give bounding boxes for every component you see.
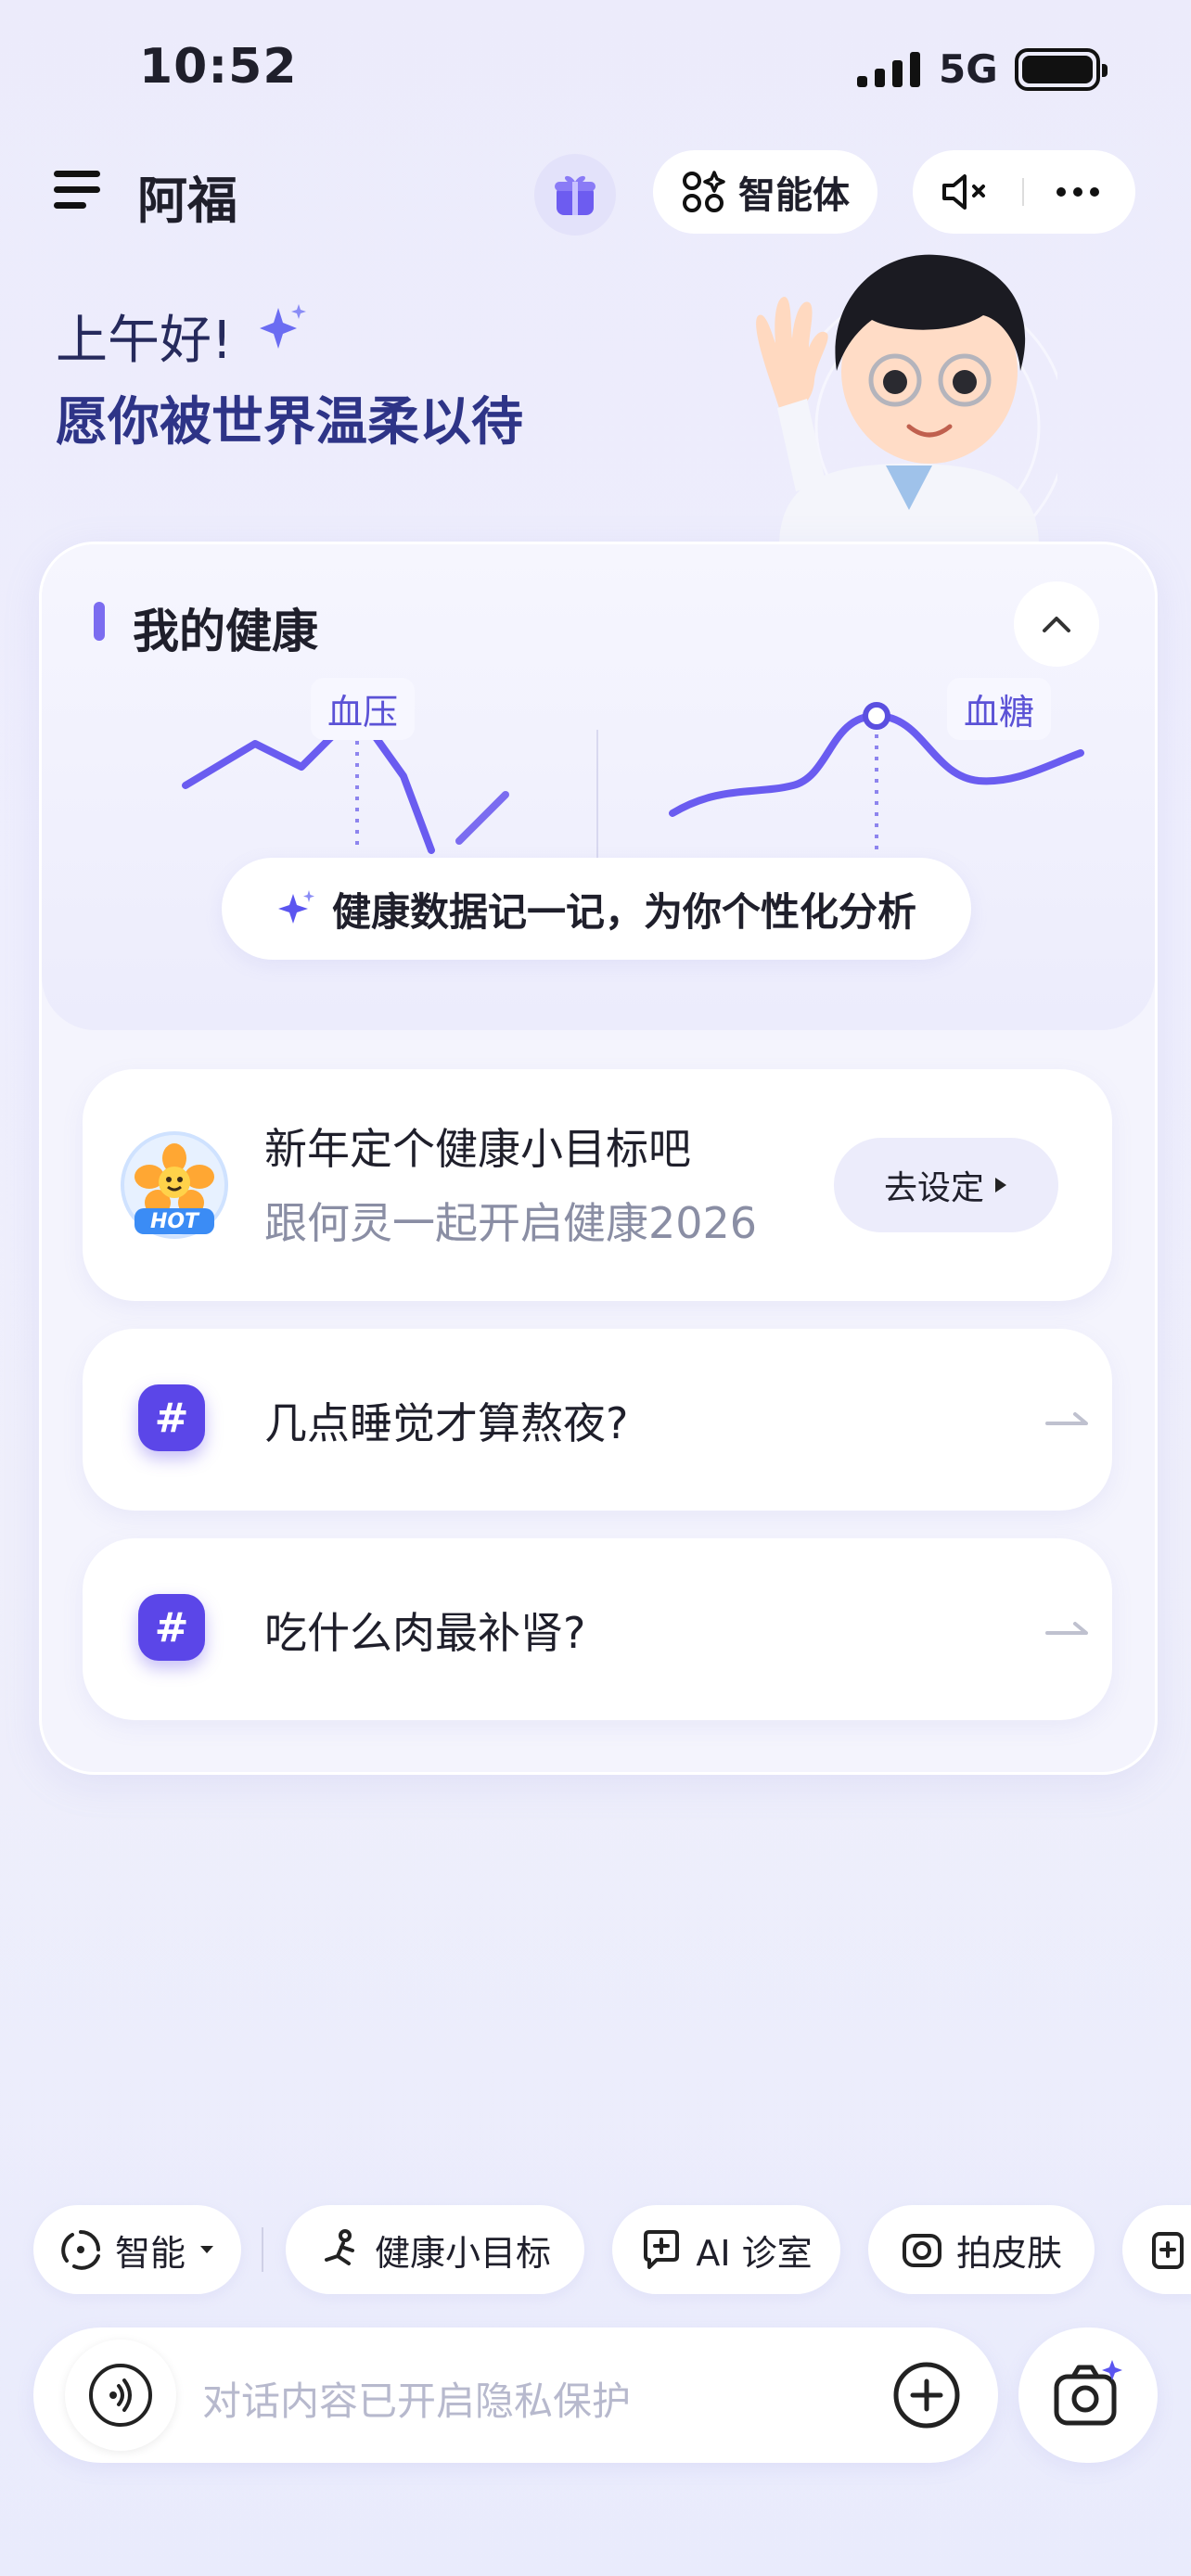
chat-plus-icon: [644, 2230, 680, 2269]
mode-selector[interactable]: 智能: [33, 2205, 241, 2294]
question-text: 几点睡觉才算熬夜?: [264, 1398, 629, 1448]
record-health-data-button[interactable]: 健康数据记一记，为你个性化分析: [222, 858, 971, 960]
health-panel: 我的健康 血压 血糖 健康数据记一记，为你个性化分析 HOT 新年定个健康小目标…: [39, 542, 1158, 1775]
health-card: 我的健康 血压 血糖 健康数据记一记，为你个性化分析: [42, 544, 1155, 1030]
document-plus-icon: [1152, 2232, 1184, 2269]
doctor-avatar: [756, 254, 1057, 547]
goal-card[interactable]: HOT 新年定个健康小目标吧 跟何灵一起开启健康2026 去设定: [83, 1069, 1112, 1301]
hashtag-icon: #: [138, 1594, 205, 1661]
network-type: 5G: [939, 46, 998, 92]
chat-input-bar: 对话内容已开启隐私保护: [33, 2327, 998, 2463]
chevron-up-icon: [1043, 617, 1070, 632]
divider: [1022, 178, 1024, 206]
chip-health-goal[interactable]: 健康小目标: [286, 2205, 584, 2294]
cta-text: 健康数据记一记，为你个性化分析: [331, 888, 916, 935]
app-title: 阿福: [137, 172, 237, 230]
menu-icon[interactable]: [54, 171, 100, 211]
camera-icon: [902, 2234, 941, 2267]
question-text: 吃什么肉最补肾?: [264, 1608, 586, 1658]
signal-icon: [857, 52, 920, 87]
status-time: 10:52: [139, 39, 298, 95]
agent-button[interactable]: 智能体: [653, 150, 877, 234]
voice-button[interactable]: [65, 2340, 176, 2451]
svg-text:HOT: HOT: [150, 1210, 200, 1233]
title-accent-bar: [94, 602, 105, 641]
bp-label: 血压: [311, 678, 416, 740]
agent-label: 智能体: [738, 174, 850, 217]
goal-title: 新年定个健康小目标吧: [264, 1124, 691, 1174]
header-actions: [913, 150, 1135, 234]
hot-flower-icon: HOT: [121, 1131, 228, 1239]
bs-label: 血糖: [947, 678, 1052, 740]
greeting-line2: 愿你被世界温柔以待: [56, 392, 523, 453]
arrow-right-icon: [1045, 1412, 1088, 1425]
mode-label: 智能: [114, 2232, 186, 2274]
chip-label: 拍皮肤: [955, 2232, 1062, 2274]
camera-button[interactable]: [1018, 2327, 1158, 2463]
sparkle-icon: [260, 304, 306, 349]
chip-label: 健康小目标: [374, 2232, 551, 2274]
smart-mode-icon: [61, 2230, 100, 2270]
mute-icon[interactable]: [941, 171, 996, 213]
chat-input[interactable]: 对话内容已开启隐私保护: [202, 2370, 631, 2427]
more-icon[interactable]: [1050, 169, 1106, 215]
sparkle-icon: [277, 890, 314, 924]
gift-button[interactable]: [534, 154, 616, 236]
set-goal-button[interactable]: 去设定: [834, 1138, 1058, 1232]
runner-icon: [324, 2229, 354, 2265]
caret-down-icon: [200, 2246, 213, 2253]
question-item[interactable]: # 几点睡觉才算熬夜?: [83, 1329, 1112, 1511]
battery-icon: [1015, 48, 1108, 91]
chip-ai-clinic[interactable]: AI 诊室: [612, 2205, 840, 2294]
agent-icon: [683, 171, 725, 212]
question-item[interactable]: # 吃什么肉最补肾?: [83, 1538, 1112, 1720]
greeting-line1: 上午好!: [56, 311, 233, 371]
set-goal-label: 去设定: [883, 1169, 984, 1207]
chip-label: AI 诊室: [696, 2232, 813, 2274]
camera-sparkle-icon: [1054, 2360, 1122, 2426]
hashtag-icon: #: [138, 1384, 205, 1451]
health-title: 我的健康: [133, 605, 318, 658]
collapse-button[interactable]: [1014, 581, 1099, 667]
chip-divider: [262, 2227, 263, 2272]
chip-skin-photo[interactable]: 拍皮肤: [868, 2205, 1095, 2294]
add-icon[interactable]: [892, 2361, 961, 2429]
chip-more[interactable]: [1122, 2205, 1191, 2294]
goal-subtitle: 跟何灵一起开启健康2026: [264, 1198, 758, 1248]
arrow-right-icon: [1045, 1622, 1088, 1635]
play-arrow-icon: [995, 1178, 1006, 1192]
voice-wave-icon: [89, 2364, 152, 2427]
gift-icon: [555, 175, 596, 215]
